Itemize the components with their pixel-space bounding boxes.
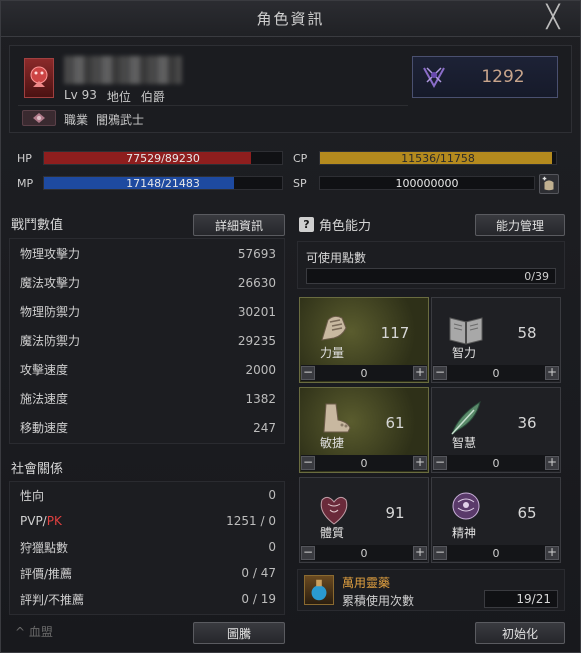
combat-power-icon bbox=[423, 67, 445, 89]
elixir-usage-label: 累積使用次數 bbox=[342, 594, 415, 608]
job-line: 職業 闇鴉武士 bbox=[64, 111, 144, 128]
mp-row: MP 17148/21483 bbox=[17, 175, 283, 191]
character-name-blurred bbox=[64, 56, 182, 84]
emblem-button[interactable]: 圖騰 bbox=[193, 622, 285, 644]
detail-info-button[interactable]: 詳細資訊 bbox=[193, 214, 285, 236]
hp-label: HP bbox=[17, 151, 32, 165]
level-line: Lv 93 地位 伯爵 bbox=[64, 88, 165, 105]
avatar bbox=[24, 58, 54, 98]
ability-int[interactable]: 智力 58 − 0 + bbox=[431, 297, 561, 383]
help-icon[interactable]: ? bbox=[299, 217, 314, 232]
clan-section-toggle[interactable]: ^ 血盟 bbox=[15, 623, 53, 640]
stat-row: 魔法攻擊力 26630 bbox=[20, 275, 276, 291]
rank-label: 地位 bbox=[106, 90, 131, 104]
divider bbox=[18, 105, 408, 106]
stat-row: 移動速度 247 bbox=[20, 420, 276, 436]
decrease-button[interactable]: − bbox=[301, 456, 315, 470]
combat-power-box[interactable]: 1292 bbox=[412, 56, 558, 98]
stat-row: 魔法防禦力 29235 bbox=[20, 333, 276, 349]
social-heading: 社會關係 bbox=[11, 462, 64, 477]
ability-str[interactable]: 力量 117 − 0 + bbox=[299, 297, 429, 383]
sp-use-button[interactable] bbox=[539, 174, 559, 194]
job-icon bbox=[22, 110, 56, 126]
social-row: 性向 0 bbox=[20, 488, 276, 503]
ability-men[interactable]: 精神 65 − 0 + bbox=[431, 477, 561, 563]
increase-button[interactable]: + bbox=[413, 456, 427, 470]
stat-row: 施法速度 1382 bbox=[20, 391, 276, 407]
ability-con[interactable]: 體質 91 − 0 + bbox=[299, 477, 429, 563]
abilities-heading: 角色能力 bbox=[319, 219, 372, 234]
points-label: 可使用點數 bbox=[306, 251, 367, 265]
points-value: 0/39 bbox=[524, 270, 549, 283]
rank-value: 伯爵 bbox=[140, 90, 165, 104]
job-label: 職業 bbox=[64, 113, 89, 127]
profile-panel: Lv 93 地位 伯爵 職業 闇鴉武士 1292 bbox=[9, 45, 572, 133]
social-row: 評判/不推薦 0 / 19 bbox=[20, 592, 276, 607]
sp-bar-text: 100000000 bbox=[395, 177, 459, 190]
increase-button[interactable]: + bbox=[545, 456, 559, 470]
social-list: 性向 0 PVP/PK 1251 / 0 狩獵點數 0 評價/推薦 0 / 47 評判/… bbox=[9, 481, 285, 615]
ability-wis[interactable]: 智慧 36 − 0 + bbox=[431, 387, 561, 473]
combat-stats-list: 物理攻擊力 57693 魔法攻擊力 26630 物理防禦力 30201 魔法防禦力 29… bbox=[9, 238, 285, 444]
clan-crest-icon bbox=[30, 66, 48, 87]
elixir-name: 萬用靈藥 bbox=[342, 576, 391, 590]
title-bar[interactable]: 角色資訊 ╳ bbox=[1, 1, 580, 37]
elixir-icon[interactable] bbox=[304, 575, 334, 605]
cp-row: CP 11536/11758 bbox=[293, 150, 557, 166]
mp-bar-text: 17148/21483 bbox=[126, 177, 200, 190]
cp-label: CP bbox=[293, 151, 308, 165]
points-bar: 0/39 bbox=[306, 268, 556, 284]
stat-row: 物理防禦力 30201 bbox=[20, 304, 276, 320]
social-row: 評價/推薦 0 / 47 bbox=[20, 566, 276, 581]
close-icon[interactable]: ╳ bbox=[542, 7, 564, 30]
character-info-window: 角色資訊 ╳ Lv 93 地位 伯爵 職業 闇鴉武士 1292 HP 77529… bbox=[0, 0, 581, 653]
stat-row: 物理攻擊力 57693 bbox=[20, 246, 276, 262]
stat-row: 攻擊速度 2000 bbox=[20, 362, 276, 378]
ability-manage-button[interactable]: 能力管理 bbox=[475, 214, 565, 236]
hp-bar-text: 77529/89230 bbox=[126, 152, 200, 165]
decrease-button[interactable]: − bbox=[433, 456, 447, 470]
mp-label: MP bbox=[17, 176, 34, 190]
decrease-button[interactable]: − bbox=[433, 366, 447, 380]
sp-label: SP bbox=[293, 176, 307, 190]
level-label: Lv bbox=[64, 88, 78, 102]
social-row: PVP/PK 1251 / 0 bbox=[20, 514, 276, 528]
cp-bar: 11536/11758 bbox=[319, 151, 557, 165]
decrease-button[interactable]: − bbox=[301, 546, 315, 560]
increase-button[interactable]: + bbox=[413, 366, 427, 380]
window-title: 角色資訊 bbox=[256, 10, 325, 28]
combat-stats-heading: 戰鬥數值 bbox=[11, 218, 64, 233]
sp-row: SP 100000000 bbox=[293, 175, 535, 191]
decrease-button[interactable]: − bbox=[433, 546, 447, 560]
reset-button[interactable]: 初始化 bbox=[475, 622, 565, 644]
increase-button[interactable]: + bbox=[413, 546, 427, 560]
elixir-usage-count: 19/21 bbox=[484, 590, 558, 608]
level-value: 93 bbox=[81, 88, 97, 102]
cp-bar-text: 11536/11758 bbox=[401, 152, 475, 165]
increase-button[interactable]: + bbox=[545, 546, 559, 560]
sp-bar: 100000000 bbox=[319, 176, 535, 190]
elixir-panel: 萬用靈藥 累積使用次數 19/21 bbox=[297, 569, 565, 611]
social-row: 狩獵點數 0 bbox=[20, 540, 276, 555]
decrease-button[interactable]: − bbox=[301, 366, 315, 380]
ability-dex[interactable]: 敏捷 61 − 0 + bbox=[299, 387, 429, 473]
combat-power-value: 1292 bbox=[481, 67, 525, 87]
hp-row: HP 77529/89230 bbox=[17, 150, 283, 166]
mp-bar: 17148/21483 bbox=[43, 176, 283, 190]
hp-bar: 77529/89230 bbox=[43, 151, 283, 165]
increase-button[interactable]: + bbox=[545, 366, 559, 380]
sp-pouch-icon bbox=[542, 176, 554, 191]
job-value: 闇鴉武士 bbox=[96, 113, 145, 127]
available-points-panel: 可使用點數 0/39 bbox=[297, 241, 565, 289]
